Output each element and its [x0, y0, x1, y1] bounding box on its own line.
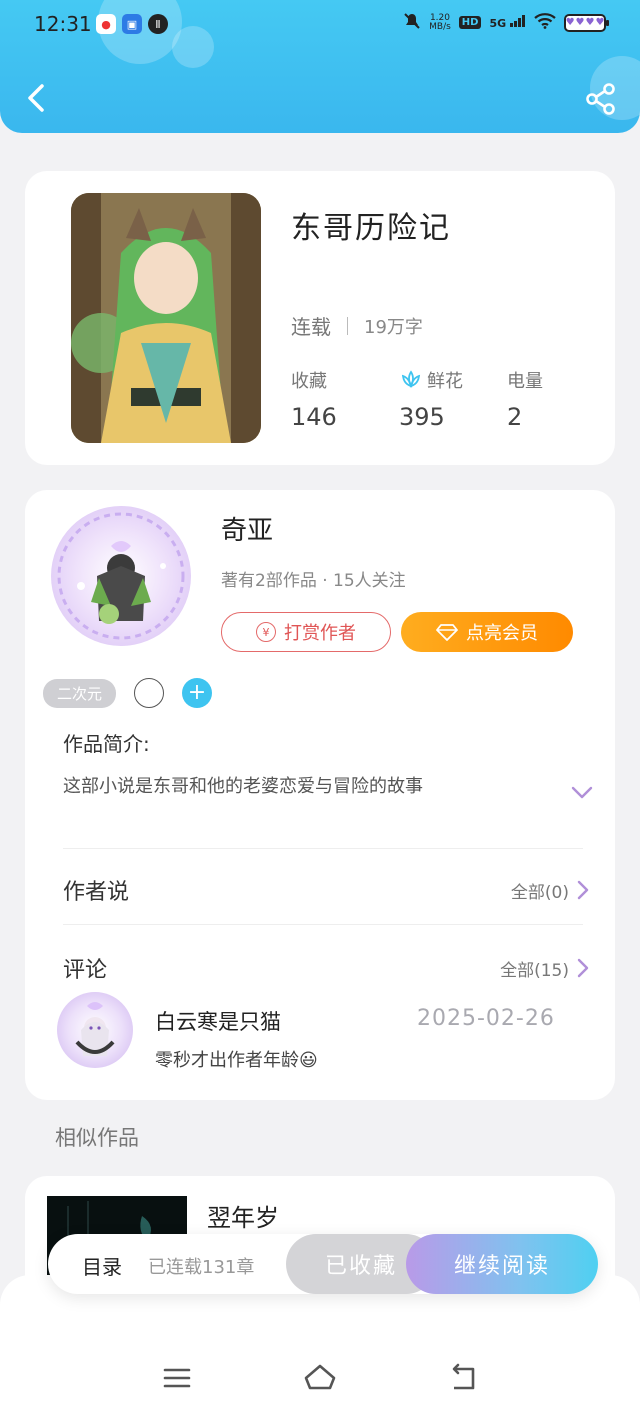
stat-value: 2 — [507, 403, 523, 431]
wifi-icon — [534, 13, 556, 32]
book-info-card: 东哥历险记 连载 19万字 收藏 146 鲜花 395 电量 2 — [25, 171, 615, 465]
system-nav-bar — [0, 1275, 640, 1415]
toc-button[interactable]: 目录 — [82, 1251, 122, 1280]
more-label: 全部(0) — [510, 882, 569, 903]
app-notification-icon: Ⅱ — [148, 14, 168, 34]
chevron-left-icon — [28, 84, 44, 112]
chevron-right-icon — [577, 958, 589, 978]
comment-text: 零秒才出作者年龄😃 — [155, 1050, 318, 1071]
continue-reading-button[interactable]: 继续阅读 — [406, 1234, 598, 1294]
status-bar: 12:31 ● ▣ Ⅱ 1.20 MB/s HD 5G ♥ ♥ ♥ ♥ — [0, 0, 640, 50]
add-tag-button[interactable]: + — [182, 678, 213, 708]
back-button[interactable] — [18, 78, 58, 118]
status-indicators: 1.20 MB/s HD 5G ♥ ♥ ♥ ♥ — [403, 12, 609, 33]
divider — [63, 924, 583, 925]
share-icon — [586, 83, 615, 115]
status-time: 12:31 — [34, 12, 92, 36]
tag-row: 二次元 + — [43, 678, 213, 708]
comments-row[interactable]: 评论 全部(15) — [63, 948, 589, 988]
net-speed: 1.20 MB/s — [429, 12, 451, 32]
stat-value: 395 — [399, 403, 445, 431]
reading-action-bar: 目录 已连载131章 已收藏 继续阅读 — [48, 1234, 598, 1294]
signal-icon: 5G — [489, 15, 526, 30]
vip-button[interactable]: 点亮会员 — [401, 612, 573, 652]
section-title: 评论 — [63, 958, 108, 983]
similar-work-name[interactable]: 翌年岁 — [207, 1198, 279, 1233]
hd-badge: HD — [458, 16, 482, 29]
stat-favorites: 收藏 146 — [291, 367, 399, 431]
stat-flowers[interactable]: 鲜花 395 — [399, 367, 507, 431]
chevron-right-icon — [577, 880, 589, 900]
diamond-icon — [436, 624, 458, 641]
more-label: 全部(15) — [500, 960, 569, 981]
divider — [63, 848, 583, 849]
app-notification-icon: ● — [96, 14, 116, 34]
stat-label: 电量 — [507, 371, 543, 392]
section-title: 作者说 — [63, 880, 130, 905]
menu-icon[interactable] — [160, 1361, 194, 1395]
author-says-more-link[interactable]: 全部(0) — [511, 878, 589, 903]
book-meta: 连载 19万字 — [291, 311, 423, 340]
reward-author-button[interactable]: ¥ 打赏作者 — [221, 612, 391, 652]
intro-text: 这部小说是东哥和他的老婆恋爱与冒险的故事 — [63, 776, 423, 797]
comment-username[interactable]: 白云寒是只猫 — [155, 1006, 281, 1036]
share-button[interactable] — [584, 82, 618, 116]
author-name[interactable]: 奇亚 — [221, 510, 273, 547]
app-notification-icon: ▣ — [122, 14, 142, 34]
book-cover-image[interactable] — [71, 193, 261, 443]
genre-tag[interactable]: 二次元 — [43, 678, 117, 708]
vip-label: 点亮会员 — [466, 623, 538, 644]
app-header: 12:31 ● ▣ Ⅱ 1.20 MB/s HD 5G ♥ ♥ ♥ ♥ — [0, 0, 640, 133]
commenter-avatar[interactable] — [57, 992, 133, 1068]
meta-divider — [347, 316, 348, 335]
chevron-down-icon[interactable] — [571, 786, 593, 800]
book-word-count: 19万字 — [364, 316, 423, 338]
book-status: 连载 — [291, 315, 331, 339]
stat-label: 鲜花 — [427, 371, 463, 392]
mute-icon — [403, 12, 421, 33]
return-icon[interactable] — [446, 1361, 480, 1395]
stat-label: 收藏 — [291, 371, 327, 392]
author-summary: 著有2部作品 · 15人关注 — [221, 571, 406, 591]
battery-icon: ♥ ♥ ♥ ♥ — [564, 13, 609, 32]
status-app-icons: ● ▣ Ⅱ — [96, 14, 168, 34]
circle-icon[interactable] — [134, 678, 165, 708]
similar-works-title: 相似作品 — [55, 1126, 139, 1150]
intro-title: 作品简介: — [63, 732, 150, 756]
author-avatar[interactable] — [51, 506, 191, 646]
stat-power[interactable]: 电量 2 — [507, 367, 615, 431]
home-icon[interactable] — [303, 1361, 337, 1395]
author-says-row[interactable]: 作者说 全部(0) — [63, 870, 589, 910]
yen-icon: ¥ — [256, 622, 276, 642]
chapter-count[interactable]: 已连载131章 — [148, 1253, 254, 1279]
comment-date: 2025-02-26 — [417, 1006, 555, 1031]
author-card: 奇亚 著有2部作品 · 15人关注 ¥ 打赏作者 点亮会员 二次元 + 作品简介… — [25, 490, 615, 1100]
comments-more-link[interactable]: 全部(15) — [500, 956, 589, 981]
book-stats: 收藏 146 鲜花 395 电量 2 — [291, 367, 615, 431]
reward-label: 打赏作者 — [284, 623, 356, 644]
book-title: 东哥历险记 — [291, 211, 451, 246]
lotus-icon — [401, 370, 421, 389]
stat-value: 146 — [291, 403, 337, 431]
